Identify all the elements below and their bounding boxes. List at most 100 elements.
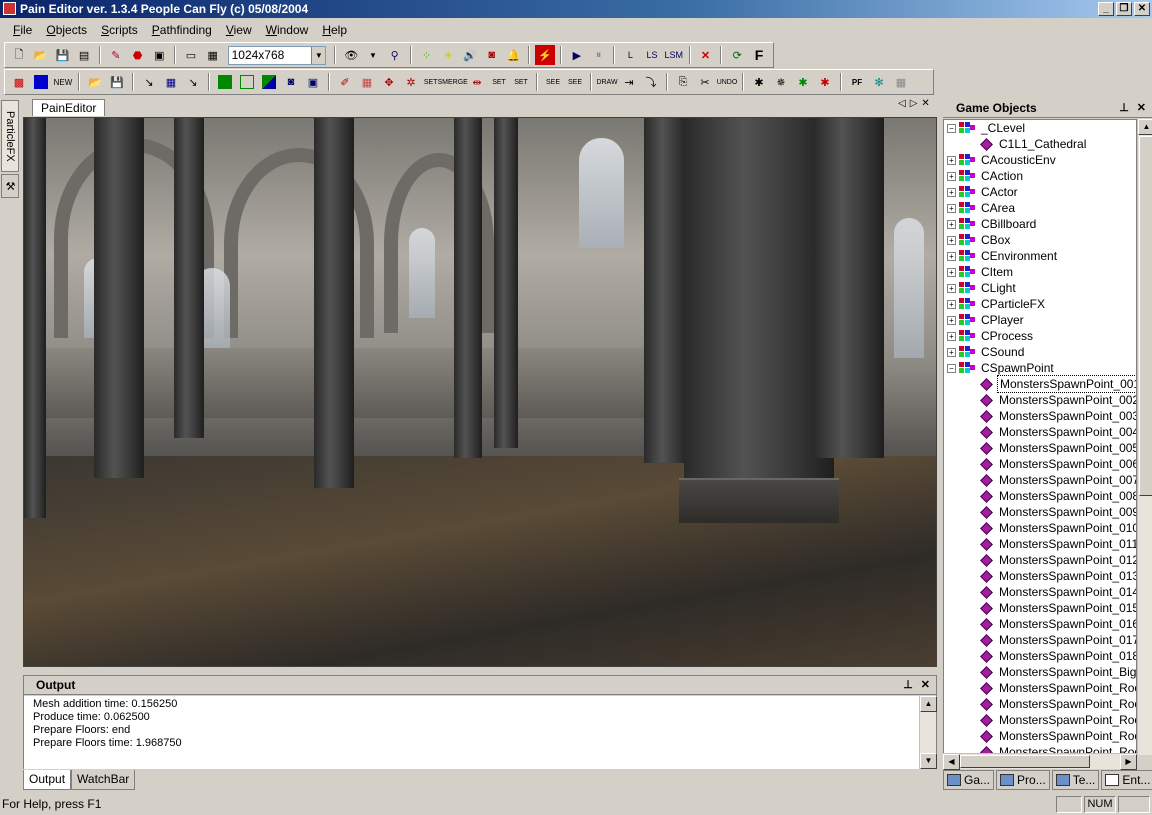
new-label-icon[interactable]: NEW xyxy=(53,72,73,92)
tree-leaf-node[interactable]: MonstersSpawnPoint_005 xyxy=(978,440,1136,456)
save-all-icon[interactable]: ▤ xyxy=(74,45,94,65)
brush-icon[interactable]: ✎ xyxy=(106,45,126,65)
sets-ok-icon[interactable]: SETS xyxy=(423,72,443,92)
tree-leaf-node[interactable]: MonstersSpawnPoint_Room xyxy=(978,696,1136,712)
tree-leaf-node[interactable]: MonstersSpawnPoint_008 xyxy=(978,488,1136,504)
tree-leaf-node[interactable]: MonstersSpawnPoint_016 xyxy=(978,616,1136,632)
tree-leaf-node[interactable]: MonstersSpawnPoint_004 xyxy=(978,424,1136,440)
scroll-up-icon[interactable]: ▲ xyxy=(1138,119,1152,135)
bulb-icon[interactable]: ☀ xyxy=(438,45,458,65)
light-ls-icon[interactable]: LS xyxy=(642,45,662,65)
resolution-dropdown[interactable]: 1024x768 ▼ xyxy=(227,45,327,65)
draw-icon[interactable]: DRAW xyxy=(596,72,617,92)
undo-disp-icon[interactable]: UNDO xyxy=(717,72,738,92)
scroll-down-icon[interactable]: ▼ xyxy=(920,753,937,769)
tree-class-node[interactable]: + CParticleFX xyxy=(947,296,1047,312)
set-icon[interactable]: SET xyxy=(489,72,509,92)
asterisk-green-icon[interactable]: ✱ xyxy=(793,72,813,92)
expand-icon[interactable]: + xyxy=(947,187,956,197)
copy-icon[interactable]: ⎘ xyxy=(673,72,693,92)
menu-objects[interactable]: Objects xyxy=(39,21,94,39)
tree-class-node[interactable]: + CPlayer xyxy=(947,312,1026,328)
scatter-icon[interactable]: ✲ xyxy=(401,72,421,92)
tab-properties[interactable]: Pro... xyxy=(996,770,1050,790)
expand-icon[interactable]: + xyxy=(947,299,956,309)
expand-icon[interactable]: + xyxy=(947,267,956,277)
scroll-left-icon[interactable]: ◀ xyxy=(943,754,960,770)
tree-class-node[interactable]: − CSpawnPoint xyxy=(947,360,1056,376)
camera-icon[interactable]: ◙ xyxy=(482,45,502,65)
open-folder-icon[interactable]: 📂 xyxy=(85,72,105,92)
expand-icon[interactable]: + xyxy=(947,315,956,325)
checker-icon[interactable]: ▩ xyxy=(9,72,29,92)
expand-icon[interactable]: + xyxy=(947,203,956,213)
save-disk-icon[interactable]: ▣ xyxy=(149,45,169,65)
tree-class-node[interactable]: + CBox xyxy=(947,232,1012,248)
arrow-grid-icon[interactable]: ↘ xyxy=(183,72,203,92)
set-alt-icon[interactable]: SET xyxy=(511,72,531,92)
tree-horizontal-scrollbar[interactable]: ◀ ▶ xyxy=(943,753,1137,770)
green-square-icon[interactable] xyxy=(215,72,235,92)
tree-leaf-node[interactable]: MonstersSpawnPoint_015 xyxy=(978,600,1136,616)
collapse-icon[interactable]: − xyxy=(947,123,956,133)
save-icon[interactable]: 💾 xyxy=(107,72,127,92)
tree-leaf-node[interactable]: C1L1_Cathedral xyxy=(978,136,1088,152)
tab-game-objects[interactable]: Ga... xyxy=(943,770,995,790)
play-icon[interactable]: ▶ xyxy=(567,45,587,65)
scroll-thumb[interactable] xyxy=(960,755,1090,768)
network-icon[interactable]: ✻ xyxy=(869,72,889,92)
expand-icon[interactable]: + xyxy=(947,347,956,357)
tree-leaf-node[interactable]: MonstersSpawnPoint_017 xyxy=(978,632,1136,648)
tree-leaf-node[interactable]: MonstersSpawnPoint_Room xyxy=(978,712,1136,728)
see-alt-icon[interactable]: SEE xyxy=(565,72,585,92)
split-icon[interactable]: ⇹ xyxy=(467,72,487,92)
expand-icon[interactable]: + xyxy=(947,331,956,341)
merge-icon[interactable]: MERGE xyxy=(442,72,468,92)
menu-view[interactable]: View xyxy=(219,21,259,39)
grid-gray-icon[interactable]: ▦ xyxy=(891,72,911,92)
tree-class-node[interactable]: + CActor xyxy=(947,184,1020,200)
tree-class-node[interactable]: − _CLevel xyxy=(947,120,1027,136)
close-button[interactable]: ✕ xyxy=(1134,2,1150,16)
font-f-button[interactable]: F xyxy=(749,45,769,65)
object-tree[interactable]: − _CLevel C1L1_Cathedral + CAcousticEnv + CAct… xyxy=(943,119,1137,755)
menu-scripts[interactable]: Scripts xyxy=(94,21,145,39)
tree-class-node[interactable]: + CAcousticEnv xyxy=(947,152,1058,168)
empty-square-icon[interactable] xyxy=(237,72,257,92)
tree-leaf-node[interactable]: MonstersSpawnPoint_014 xyxy=(978,584,1136,600)
tree-leaf-node[interactable]: MonstersSpawnPoint_010 xyxy=(978,520,1136,536)
tree-class-node[interactable]: + CEnvironment xyxy=(947,248,1059,264)
tree-leaf-node[interactable]: MonstersSpawnPoint_012 xyxy=(978,552,1136,568)
eye-icon[interactable]: 👁 xyxy=(341,45,361,65)
make-pf-icon[interactable]: PF xyxy=(847,72,867,92)
expand-icon[interactable]: + xyxy=(947,219,956,229)
arrow-select-icon[interactable]: ↘ xyxy=(139,72,159,92)
asterisk-arrows-icon[interactable]: ✵ xyxy=(771,72,791,92)
tree-class-node[interactable]: + CItem xyxy=(947,264,1015,280)
ruler-icon[interactable]: ⇥ xyxy=(619,72,639,92)
tree-class-node[interactable]: + CSound xyxy=(947,344,1026,360)
tree-leaf-node[interactable]: MonstersSpawnPoint_018 xyxy=(978,648,1136,664)
save-icon[interactable]: 💾 xyxy=(52,45,72,65)
pin-icon[interactable]: ⚲ xyxy=(385,45,405,65)
expand-icon[interactable]: + xyxy=(947,171,956,181)
grid-red-icon[interactable]: ▦ xyxy=(357,72,377,92)
asterisk-icon[interactable]: ✱ xyxy=(749,72,769,92)
scroll-thumb[interactable] xyxy=(1139,136,1152,496)
tree-class-node[interactable]: + CAction xyxy=(947,168,1025,184)
menu-pathfinding[interactable]: Pathfinding xyxy=(145,21,219,39)
scroll-left-icon[interactable]: ◁ xyxy=(898,98,906,109)
arrow-map-icon[interactable]: ⤵ xyxy=(641,72,661,92)
asterisk-red-icon[interactable]: ✱ xyxy=(815,72,835,92)
open-folder-icon[interactable]: 📂 xyxy=(31,45,51,65)
tree-class-node[interactable]: + CLight xyxy=(947,280,1018,296)
output-scrollbar[interactable]: ▲ ▼ xyxy=(919,696,937,769)
tree-class-node[interactable]: + CBillboard xyxy=(947,216,1038,232)
scroll-up-icon[interactable]: ▲ xyxy=(920,696,937,712)
tab-paineditor[interactable]: PainEditor xyxy=(32,99,106,116)
speaker-icon[interactable]: 🔊 xyxy=(460,45,480,65)
scroll-right-icon[interactable]: ▶ xyxy=(1120,754,1137,770)
tab-templates[interactable]: Te... xyxy=(1051,770,1100,790)
see-icon[interactable]: SEE xyxy=(543,72,563,92)
tree-leaf-node[interactable]: MonstersSpawnPoint_003 xyxy=(978,408,1136,424)
